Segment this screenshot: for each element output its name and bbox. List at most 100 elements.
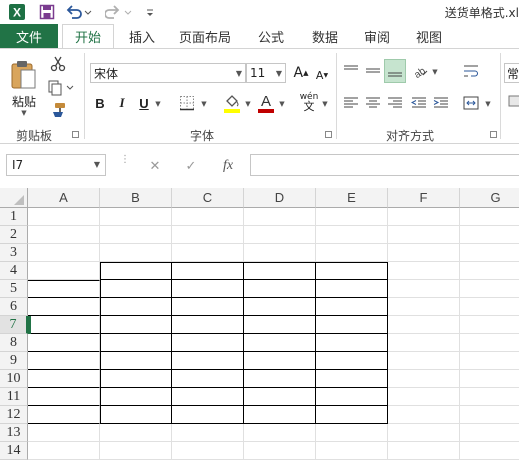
clipboard-launcher-icon[interactable]: [72, 131, 79, 138]
cell-a10[interactable]: [28, 370, 100, 388]
font-name-combo[interactable]: 宋体 ▼: [90, 63, 246, 83]
paste-dropdown-icon[interactable]: ▼: [20, 109, 28, 117]
tab-home[interactable]: 开始: [62, 24, 114, 48]
cell-c10[interactable]: [172, 370, 244, 388]
row-header-2[interactable]: 2: [0, 226, 28, 244]
phonetic-dropdown-icon[interactable]: ▼: [321, 99, 329, 109]
cell-g13[interactable]: [460, 424, 519, 442]
cell-a13[interactable]: [28, 424, 100, 442]
underline-dropdown-icon[interactable]: ▼: [154, 99, 162, 109]
cell-f10[interactable]: [388, 370, 460, 388]
cell-d14[interactable]: [244, 442, 316, 460]
tab-file[interactable]: 文件: [0, 24, 58, 48]
decrease-font-icon[interactable]: A ▼: [313, 65, 331, 85]
wrap-text-icon[interactable]: [460, 61, 482, 81]
cell-e5[interactable]: [316, 280, 388, 298]
increase-indent-icon[interactable]: [431, 93, 451, 113]
cell-f11[interactable]: [388, 388, 460, 406]
cell-a5[interactable]: [28, 280, 100, 298]
row-header-5[interactable]: 5: [0, 280, 28, 298]
row-header-3[interactable]: 3: [0, 244, 28, 262]
tab-page-layout[interactable]: 页面布局: [172, 24, 238, 48]
insert-function-icon[interactable]: fx: [216, 156, 240, 176]
cell-e14[interactable]: [316, 442, 388, 460]
worksheet-grid[interactable]: ABCDEFG 1 2 3 4 5 6 7 8 9 10 11 12 13 14: [0, 188, 519, 468]
cell-f12[interactable]: [388, 406, 460, 424]
cell-c13[interactable]: [172, 424, 244, 442]
align-center-icon[interactable]: [363, 93, 383, 113]
customize-icon[interactable]: [142, 2, 158, 22]
formula-input[interactable]: [250, 154, 519, 176]
borders-icon[interactable]: [176, 93, 198, 113]
cut-icon[interactable]: [48, 55, 68, 73]
row-header-6[interactable]: 6: [0, 298, 28, 316]
splitter-icon[interactable]: ⋮: [120, 155, 130, 173]
cell-g7[interactable]: [460, 316, 519, 334]
cell-b14[interactable]: [100, 442, 172, 460]
row-header-11[interactable]: 11: [0, 388, 28, 406]
font-color-icon[interactable]: A: [256, 91, 276, 115]
cell-b8[interactable]: [100, 334, 172, 352]
row-header-4[interactable]: 4: [0, 262, 28, 280]
borders-dropdown-icon[interactable]: ▼: [200, 99, 208, 109]
cell-d3[interactable]: [244, 244, 316, 262]
column-header-a[interactable]: A: [28, 188, 100, 208]
cell-g10[interactable]: [460, 370, 519, 388]
row-header-7[interactable]: 7: [0, 316, 28, 334]
cell-d13[interactable]: [244, 424, 316, 442]
column-header-e[interactable]: E: [316, 188, 388, 208]
increase-font-icon[interactable]: A ▲: [292, 63, 310, 83]
cell-b2[interactable]: [100, 226, 172, 244]
cell-a14[interactable]: [28, 442, 100, 460]
cell-f7[interactable]: [388, 316, 460, 334]
cell-f8[interactable]: [388, 334, 460, 352]
tab-view[interactable]: 视图: [404, 24, 454, 48]
row-header-8[interactable]: 8: [0, 334, 28, 352]
cell-e1[interactable]: [316, 208, 388, 226]
redo-icon[interactable]: [104, 2, 134, 22]
currency-icon[interactable]: [508, 91, 519, 111]
row-header-12[interactable]: 12: [0, 406, 28, 424]
tab-formulas[interactable]: 公式: [246, 24, 296, 48]
cell-a8[interactable]: [28, 334, 100, 352]
merge-center-icon[interactable]: [460, 93, 482, 113]
cell-a12[interactable]: [28, 406, 100, 424]
cell-d2[interactable]: [244, 226, 316, 244]
cell-b13[interactable]: [100, 424, 172, 442]
save-icon[interactable]: [36, 2, 58, 22]
paste-label[interactable]: 粘贴: [8, 93, 40, 110]
cell-f6[interactable]: [388, 298, 460, 316]
cell-e7[interactable]: [316, 316, 388, 334]
chevron-down-icon[interactable]: ▼: [276, 69, 282, 78]
cell-a7[interactable]: [28, 316, 100, 334]
cell-c7[interactable]: [172, 316, 244, 334]
cell-f5[interactable]: [388, 280, 460, 298]
cell-f14[interactable]: [388, 442, 460, 460]
select-all-button[interactable]: [0, 188, 28, 208]
row-header-9[interactable]: 9: [0, 352, 28, 370]
font-color-dropdown-icon[interactable]: ▼: [278, 99, 286, 109]
cell-b11[interactable]: [100, 388, 172, 406]
cell-f2[interactable]: [388, 226, 460, 244]
cell-e3[interactable]: [316, 244, 388, 262]
cell-d12[interactable]: [244, 406, 316, 424]
font-size-combo[interactable]: 11 ▼: [246, 63, 286, 83]
cell-e6[interactable]: [316, 298, 388, 316]
cancel-icon[interactable]: ✕: [144, 156, 166, 176]
cell-c11[interactable]: [172, 388, 244, 406]
orientation-icon[interactable]: ab: [410, 61, 430, 81]
cell-g14[interactable]: [460, 442, 519, 460]
cell-a6[interactable]: [28, 298, 100, 316]
underline-button[interactable]: U: [136, 93, 152, 113]
cell-c3[interactable]: [172, 244, 244, 262]
cell-c1[interactable]: [172, 208, 244, 226]
column-header-b[interactable]: B: [100, 188, 172, 208]
cell-c2[interactable]: [172, 226, 244, 244]
cell-d10[interactable]: [244, 370, 316, 388]
phonetic-guide-icon[interactable]: wén 文: [298, 91, 320, 113]
alignment-launcher-icon[interactable]: [490, 131, 497, 138]
cell-c8[interactable]: [172, 334, 244, 352]
undo-icon[interactable]: [64, 2, 94, 22]
cell-c12[interactable]: [172, 406, 244, 424]
orientation-dropdown-icon[interactable]: ▼: [431, 67, 439, 77]
